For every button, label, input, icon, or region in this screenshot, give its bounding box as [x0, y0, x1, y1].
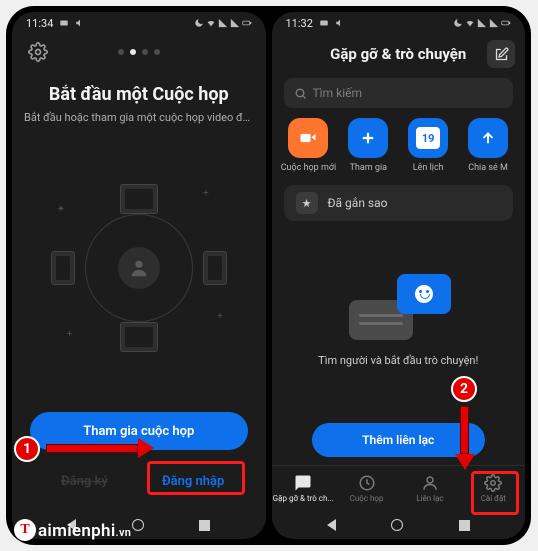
nav-back-icon[interactable] — [327, 519, 336, 531]
nav-home-icon[interactable] — [132, 519, 144, 531]
nav-home-icon[interactable] — [391, 519, 403, 531]
vol-icon — [335, 18, 345, 28]
signal-icon — [477, 18, 487, 28]
signup-link[interactable]: Đăng ký — [30, 468, 139, 495]
settings-icon[interactable] — [28, 42, 48, 62]
status-time: 11:34 — [26, 17, 53, 30]
action-schedule[interactable]: 19 Lên lịch — [399, 118, 457, 173]
search-icon — [294, 87, 307, 100]
signal-icon — [489, 18, 499, 28]
laptop-icon — [120, 322, 158, 352]
wallet-icon — [59, 18, 69, 28]
nav-recent-icon[interactable] — [199, 520, 210, 531]
laptop-icon — [120, 184, 158, 214]
starred-label: Đã gắn sao — [328, 196, 388, 210]
plus-icon — [348, 118, 388, 158]
calendar-icon: 19 — [408, 118, 448, 158]
wallet-icon — [319, 18, 329, 28]
star-icon: ★ — [296, 192, 318, 214]
battery-icon — [501, 18, 511, 28]
contacts-icon — [421, 474, 439, 492]
search-placeholder: Tìm kiếm — [313, 86, 363, 100]
status-bar: 11:32 — [272, 12, 526, 34]
share-icon — [468, 118, 508, 158]
page-indicator — [118, 49, 160, 55]
header — [12, 34, 266, 70]
person-icon — [118, 247, 160, 289]
status-bar: 11:34 — [12, 12, 266, 34]
chat-bubble-icon — [397, 274, 451, 314]
page-subtitle: Bắt đầu hoặc tham gia một cuộc họp video… — [12, 111, 266, 124]
tab-contacts[interactable]: Liên lạc — [398, 466, 461, 511]
annotation-highlight-signin — [147, 461, 245, 495]
watermark: T aimienphi.vn — [14, 519, 131, 541]
vol-icon — [75, 18, 85, 28]
smile-icon — [415, 285, 433, 303]
clock-icon — [358, 474, 376, 492]
page-title: Bắt đầu một Cuộc họp — [12, 84, 266, 105]
tablet-icon — [51, 251, 75, 285]
add-contact-button[interactable]: Thêm liên lạc — [312, 423, 486, 457]
search-input[interactable]: Tìm kiếm — [284, 78, 514, 108]
phone-left: 11:34 Bắt đầu một Cuộc họp Bắt đầu hoặc … — [12, 12, 266, 539]
watermark-logo: T — [14, 519, 36, 541]
action-new-meeting[interactable]: Cuộc họp mới — [280, 118, 338, 173]
wifi-icon — [465, 18, 475, 28]
header-title: Gặp gỡ & trò chuyện — [330, 45, 466, 63]
phone-icon — [203, 251, 227, 285]
annotation-badge-2: 2 — [451, 376, 477, 402]
empty-text: Tìm người và bắt đầu trò chuyện! — [318, 354, 478, 367]
video-icon — [288, 118, 328, 158]
annotation-badge-1: 1 — [14, 436, 40, 462]
phone-right: 11:32 Gặp gỡ & trò chuyện Tìm kiếm — [272, 12, 526, 539]
tab-meeting[interactable]: Cuộc họp — [335, 466, 398, 511]
battery-icon — [242, 18, 252, 28]
nav-recent-icon[interactable] — [459, 520, 470, 531]
action-join[interactable]: Tham gia — [339, 118, 397, 173]
signal-icon — [230, 18, 240, 28]
compose-button[interactable] — [487, 40, 515, 68]
moon-icon — [194, 18, 204, 28]
action-share[interactable]: Chia sẻ M — [459, 118, 517, 173]
starred-row[interactable]: ★ Đã gắn sao — [284, 185, 514, 221]
wifi-icon — [206, 18, 216, 28]
chat-icon — [294, 474, 312, 492]
annotation-arrow-1 — [46, 444, 138, 453]
status-time: 11:32 — [286, 17, 313, 30]
quick-actions: Cuộc họp mới Tham gia 19 Lên lịch Chia s… — [272, 116, 526, 183]
signal-icon — [218, 18, 228, 28]
annotation-arrow-2 — [460, 406, 469, 454]
header: Gặp gỡ & trò chuyện — [272, 34, 526, 74]
empty-state: Tìm người và bắt đầu trò chuyện! — [272, 223, 526, 417]
annotation-highlight-settings — [471, 471, 519, 515]
onboarding-illustration: ✦ + + + — [12, 132, 266, 404]
tab-chat[interactable]: Gặp gỡ & trò ch... — [272, 466, 335, 511]
android-nav-bar — [272, 511, 526, 539]
moon-icon — [453, 18, 463, 28]
